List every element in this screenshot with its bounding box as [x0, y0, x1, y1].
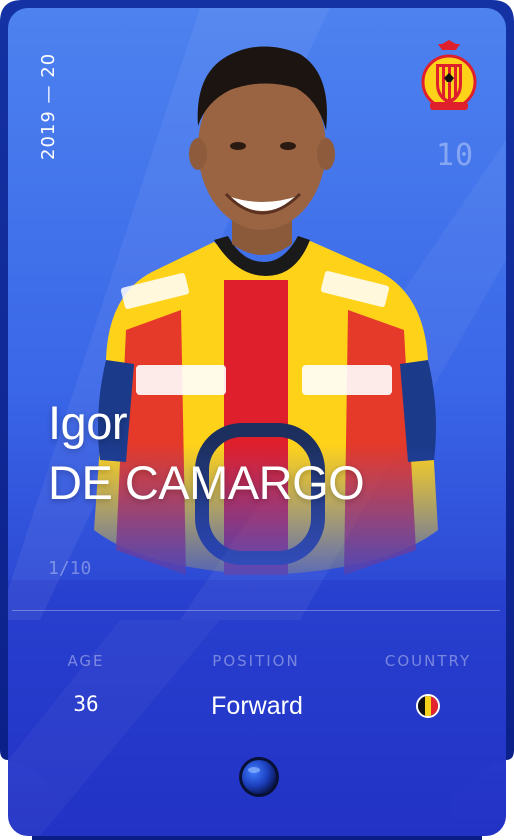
position-label: POSITION: [212, 652, 300, 670]
player-first-name: Igor: [48, 396, 128, 449]
stats-divider: [12, 610, 500, 611]
age-value: 36: [73, 692, 99, 716]
season-label: 2019 — 20: [38, 52, 59, 160]
age-label: AGE: [67, 652, 105, 670]
player-photo: [94, 46, 438, 575]
card-serial-number: 1/10: [48, 558, 92, 579]
position-value: Forward: [211, 692, 303, 720]
country-label: COUNTRY: [384, 652, 472, 670]
rarity-gem-icon: [239, 757, 279, 797]
player-last-name: DE CAMARGO: [48, 456, 365, 509]
belgium-flag-icon: [416, 694, 440, 718]
